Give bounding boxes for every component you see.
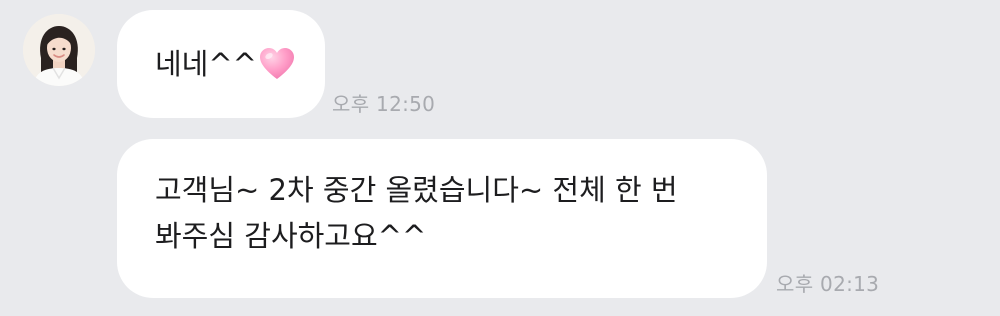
chat-thread: 네네^^ 오후 12:50 고객님~ 2차 중간 올렸습니다~ 전체 한 번 봐… xyxy=(0,0,1000,316)
message-text: 네네^^ xyxy=(155,47,257,81)
pink-heart-icon xyxy=(259,47,295,94)
message-bubble[interactable]: 네네^^ xyxy=(117,10,325,118)
avatar[interactable] xyxy=(23,14,95,86)
message-text-line: 봐주심 감사하고요^^ xyxy=(155,219,427,253)
message-text-line: 고객님~ 2차 중간 올렸습니다~ 전체 한 번 xyxy=(155,173,678,207)
message-timestamp: 오후 12:50 xyxy=(332,92,436,116)
message-timestamp: 오후 02:13 xyxy=(776,272,880,296)
avatar-photo xyxy=(23,14,95,86)
message-bubble[interactable]: 고객님~ 2차 중간 올렸습니다~ 전체 한 번 봐주심 감사하고요^^ xyxy=(117,139,767,298)
